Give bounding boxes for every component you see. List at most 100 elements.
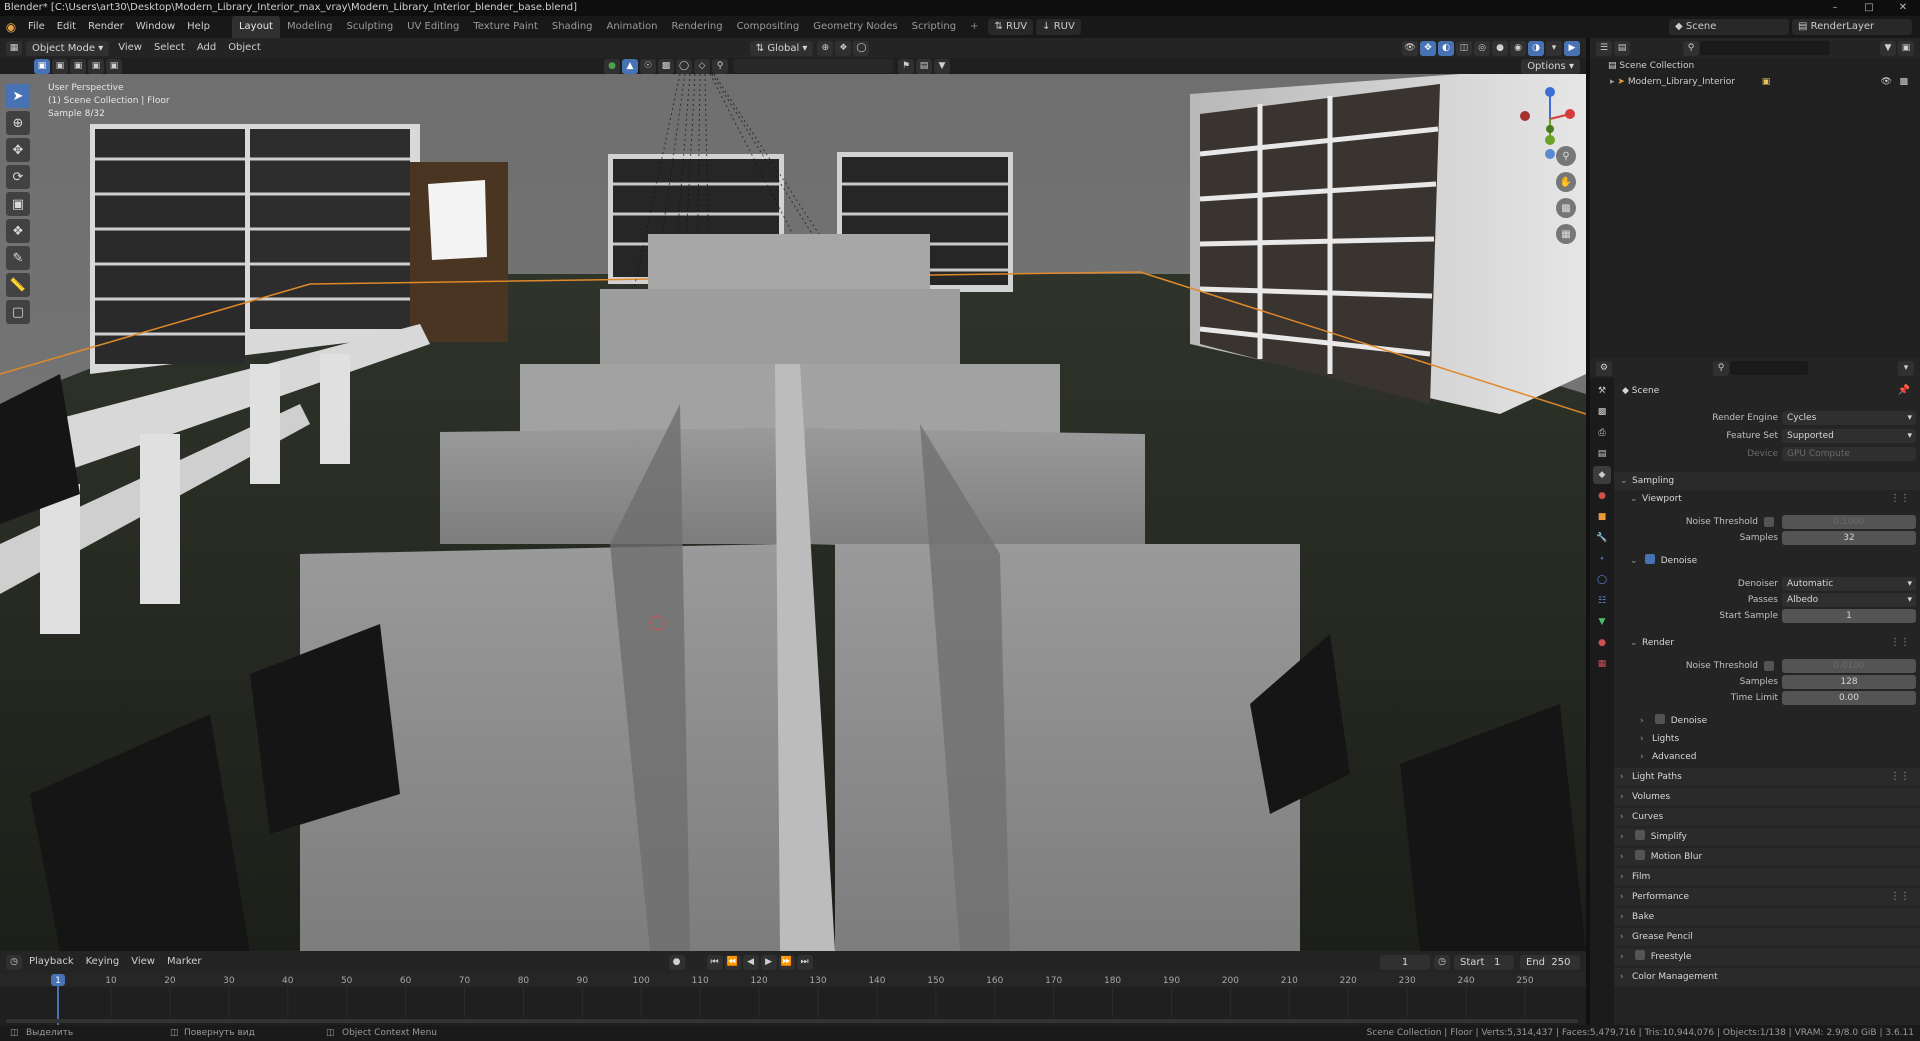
- expand-arrow-icon[interactable]: ▸: [1610, 77, 1615, 87]
- motion-blur-panel-header[interactable]: › Motion Blur: [1614, 848, 1920, 866]
- lights-subpanel-header[interactable]: › Lights: [1614, 730, 1920, 748]
- filter-other-icon[interactable]: ◇: [694, 58, 710, 74]
- feature-set-dropdown[interactable]: Supported ▾: [1782, 429, 1916, 443]
- simplify-checkbox[interactable]: [1634, 830, 1645, 840]
- overlay-toggle-icon[interactable]: ◐: [1438, 40, 1454, 56]
- freestyle-checkbox[interactable]: [1634, 950, 1645, 960]
- transform-tool-icon[interactable]: ❖: [6, 219, 30, 243]
- scene-tab-icon[interactable]: ◆: [1593, 466, 1611, 484]
- shading-options-icon[interactable]: ▾: [1546, 40, 1562, 56]
- menu-window[interactable]: Window: [130, 16, 181, 38]
- play-reverse-icon[interactable]: ◀: [742, 954, 759, 970]
- view-layer-tab-icon[interactable]: ▤: [1593, 445, 1611, 463]
- pivot-icon[interactable]: ⊕: [817, 40, 834, 56]
- drag-grip-icon[interactable]: ⋮⋮: [1890, 634, 1910, 652]
- r-noise-threshold-field[interactable]: 0.0100: [1782, 659, 1916, 673]
- zoom-icon[interactable]: ⚲: [1556, 146, 1576, 166]
- timeline-marker-menu[interactable]: Marker: [161, 952, 208, 972]
- ruv-button-2[interactable]: ↓ RUV: [1036, 19, 1081, 35]
- search-icon[interactable]: ⚲: [712, 58, 728, 74]
- properties-search-icon[interactable]: ⚲: [1713, 360, 1729, 376]
- collection-icon[interactable]: ▤: [916, 58, 932, 74]
- select-box-tool-icon[interactable]: ➤: [6, 84, 30, 108]
- filter-icon[interactable]: ▼: [934, 58, 950, 74]
- vp-denoise-subpanel-header[interactable]: ⌄ Denoise: [1614, 552, 1920, 570]
- shading-wireframe-icon[interactable]: ◎: [1474, 40, 1490, 56]
- menu-object[interactable]: Object: [222, 38, 267, 58]
- options-dropdown[interactable]: Options ▾: [1521, 58, 1580, 74]
- world-tab-icon[interactable]: ●: [1593, 487, 1611, 505]
- output-tab-icon[interactable]: ⎙: [1593, 424, 1611, 442]
- timeline-playback-menu[interactable]: Playback: [23, 952, 80, 972]
- physics-tab-icon[interactable]: ◯: [1593, 571, 1611, 589]
- workspace-tab-scripting[interactable]: Scripting: [905, 16, 963, 38]
- properties-search-input[interactable]: [1730, 361, 1808, 375]
- end-frame-field[interactable]: End 250: [1520, 954, 1580, 970]
- filter-mesh-icon[interactable]: ▲: [622, 58, 638, 74]
- render-tab-icon[interactable]: ▩: [1593, 403, 1611, 421]
- minimize-button[interactable]: –: [1818, 0, 1852, 16]
- select-extend-icon[interactable]: ▣: [52, 58, 68, 74]
- filter-empty-icon[interactable]: ◯: [676, 58, 692, 74]
- color-management-panel-header[interactable]: › Color Management: [1614, 968, 1920, 986]
- filter-light-icon[interactable]: ☉: [640, 58, 656, 74]
- menu-render[interactable]: Render: [82, 16, 130, 38]
- motion-blur-checkbox[interactable]: [1634, 850, 1645, 860]
- tool-tab-icon[interactable]: ⚒: [1593, 382, 1611, 400]
- curves-panel-header[interactable]: › Curves: [1614, 808, 1920, 826]
- workspace-tab-rendering[interactable]: Rendering: [664, 16, 729, 38]
- vp-samples-field[interactable]: 32: [1782, 531, 1916, 545]
- particles-tab-icon[interactable]: ⋆: [1593, 550, 1611, 568]
- outliner-filter-icon[interactable]: ▼: [1880, 40, 1896, 56]
- film-panel-header[interactable]: › Film: [1614, 868, 1920, 886]
- ruv-button-1[interactable]: ⇅ RUV: [988, 19, 1034, 35]
- measure-tool-icon[interactable]: 📏: [6, 273, 30, 297]
- modifier-tab-icon[interactable]: 🔧: [1593, 529, 1611, 547]
- camera-view-icon[interactable]: ▩: [1556, 198, 1576, 218]
- new-collection-icon[interactable]: ▣: [1898, 40, 1914, 56]
- passes-dropdown[interactable]: Albedo ▾: [1782, 593, 1916, 607]
- drag-grip-icon[interactable]: ⋮⋮: [1890, 888, 1910, 906]
- visibility-icon[interactable]: 👁: [1402, 40, 1418, 56]
- volumes-panel-header[interactable]: › Volumes: [1614, 788, 1920, 806]
- visibility-eye-icon[interactable]: 👁: [1881, 74, 1892, 90]
- time-limit-field[interactable]: 0.00: [1782, 691, 1916, 705]
- outliner-editor-icon[interactable]: ☰: [1596, 40, 1612, 56]
- workspace-tab-modeling[interactable]: Modeling: [280, 16, 340, 38]
- menu-view[interactable]: View: [112, 38, 148, 58]
- vp-noise-threshold-field[interactable]: 0.1000: [1782, 515, 1916, 529]
- gizmo-toggle-icon[interactable]: ✥: [1420, 40, 1436, 56]
- editor-type-icon[interactable]: ▦: [6, 40, 22, 56]
- timeline-ruler[interactable]: 10 20 30 40 50 60 70 80 90 100 110 120 130 140 150 160 1…: [0, 973, 1586, 1025]
- workspace-tab-texture-paint[interactable]: Texture Paint: [466, 16, 545, 38]
- menu-file[interactable]: File: [22, 16, 51, 38]
- menu-select[interactable]: Select: [148, 38, 191, 58]
- freestyle-panel-header[interactable]: › Freestyle: [1614, 948, 1920, 966]
- shading-solid-icon[interactable]: ●: [1492, 40, 1508, 56]
- close-button[interactable]: ✕: [1886, 0, 1920, 16]
- select-invert-icon[interactable]: ▣: [88, 58, 104, 74]
- performance-panel-header[interactable]: › Performance ⋮⋮: [1614, 888, 1920, 906]
- pan-hand-icon[interactable]: ✋: [1556, 172, 1576, 192]
- menu-help[interactable]: Help: [181, 16, 216, 38]
- select-new-icon[interactable]: ▣: [34, 58, 50, 74]
- object-tab-icon[interactable]: ■: [1593, 508, 1611, 526]
- bake-panel-header[interactable]: › Bake: [1614, 908, 1920, 926]
- r-denoise-checkbox[interactable]: [1654, 714, 1665, 724]
- menu-edit[interactable]: Edit: [51, 16, 82, 38]
- timeline[interactable]: 10 20 30 40 50 60 70 80 90 100 110 120 130 140 150 160 1…: [0, 973, 1586, 1025]
- search-input[interactable]: [733, 59, 893, 73]
- jump-start-icon[interactable]: ⏮: [706, 954, 723, 970]
- shading-material-icon[interactable]: ◉: [1510, 40, 1526, 56]
- data-tab-icon[interactable]: ▼: [1593, 613, 1611, 631]
- ortho-grid-icon[interactable]: ▦: [1556, 224, 1576, 244]
- snap-icon[interactable]: ❖: [835, 40, 852, 56]
- timeline-editor-icon[interactable]: ◷: [6, 954, 22, 970]
- properties-editor-icon[interactable]: ⚙: [1596, 360, 1612, 376]
- vp-denoise-checkbox[interactable]: [1644, 554, 1655, 564]
- select-intersect-icon[interactable]: ▣: [106, 58, 122, 74]
- outliner-row-library[interactable]: ▸ ➤ Modern_Library_Interior ▣ 👁 ▩: [1590, 74, 1920, 90]
- r-samples-field[interactable]: 128: [1782, 675, 1916, 689]
- maximize-button[interactable]: □: [1852, 0, 1886, 16]
- record-icon[interactable]: ●: [668, 954, 685, 970]
